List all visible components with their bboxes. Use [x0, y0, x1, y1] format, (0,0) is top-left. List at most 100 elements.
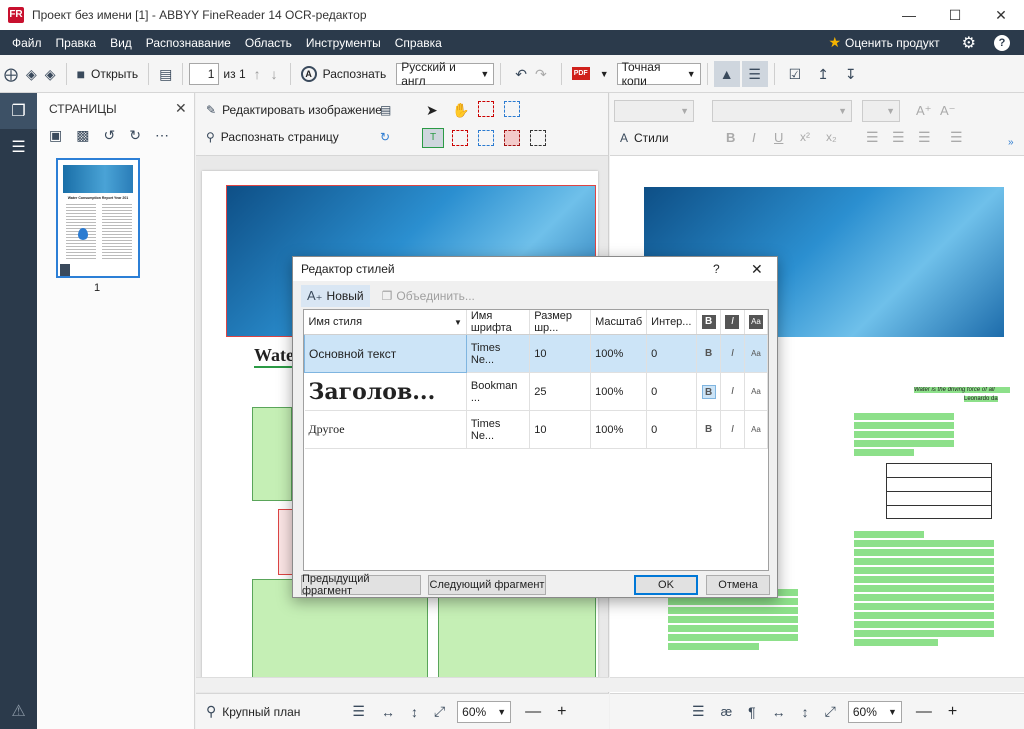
text-layout-icon[interactable]: ☰	[692, 703, 705, 720]
cancel-button[interactable]: Отмена	[706, 575, 770, 595]
redo-icon[interactable]: ↷	[535, 67, 547, 81]
merge-styles-button[interactable]: ❐ Объединить...	[382, 289, 475, 303]
fit-width-icon[interactable]: ↔	[381, 704, 395, 720]
align-right-icon[interactable]: ☰	[918, 129, 931, 146]
save-format-select[interactable]: Точная копи ▼	[616, 60, 701, 88]
menu-view[interactable]: Вид	[103, 36, 139, 50]
font-name-select[interactable]: ▼	[712, 100, 852, 122]
recognize-button[interactable]: A Распознать	[297, 61, 391, 87]
styles-button[interactable]: A Стили	[620, 131, 669, 145]
style-bold-toggle[interactable]: B	[696, 372, 722, 411]
col-spacing[interactable]: Интер...	[646, 310, 698, 335]
col-scale[interactable]: Масштаб	[590, 310, 648, 335]
style-italic-toggle[interactable]: I	[720, 334, 745, 373]
font-style-select[interactable]: ▼	[614, 100, 694, 122]
image-mode-button[interactable]: ▲	[713, 60, 740, 87]
fit-height-icon[interactable]: ↕	[411, 704, 418, 720]
dialog-close-button[interactable]: ✕	[751, 261, 763, 278]
justify-icon[interactable]: ☰	[950, 129, 963, 146]
col-style-name[interactable]: Имя стиля ▼	[304, 310, 467, 335]
recognize-page-button[interactable]: ⚲ Распознать страницу	[206, 130, 339, 144]
pointer-icon[interactable]: ➤	[426, 102, 438, 119]
save-icon[interactable]: ▣	[49, 127, 62, 144]
close-pages-icon[interactable]: ✕	[175, 100, 187, 117]
send-up-icon[interactable]: ↥	[817, 67, 829, 81]
style-italic-toggle[interactable]: I	[720, 372, 745, 411]
open-button[interactable]: ■ Открыть	[73, 61, 143, 87]
edit-image-button[interactable]: ✎ Редактировать изображение	[206, 103, 382, 117]
decrease-font-icon[interactable]: A⁻	[940, 103, 956, 119]
send-down-icon[interactable]: ↧	[845, 67, 857, 81]
col-italic[interactable]: I	[720, 310, 745, 335]
style-caps-toggle[interactable]: Aa	[744, 372, 768, 411]
add-area-icon[interactable]	[504, 101, 520, 117]
table-area-icon[interactable]	[478, 130, 494, 146]
font-size-select[interactable]: ▼	[862, 100, 900, 122]
text-horizontal-scrollbar[interactable]	[610, 677, 1024, 692]
align-left-icon[interactable]: ☰	[866, 129, 879, 146]
arrow-up-icon[interactable]: ↑	[254, 67, 261, 81]
col-font-size[interactable]: Размер шр...	[529, 310, 592, 335]
style-caps-toggle[interactable]: Aa	[744, 334, 768, 373]
bold-icon[interactable]: B	[726, 130, 735, 145]
other-area-icon[interactable]	[530, 130, 546, 146]
maximize-button[interactable]: ☐	[932, 0, 978, 30]
page-number-input[interactable]: 1	[189, 62, 220, 85]
ok-button[interactable]: OK	[634, 575, 698, 595]
page-layout-icon[interactable]: ☰	[352, 703, 365, 720]
picture-area-icon[interactable]	[452, 130, 468, 146]
menu-area[interactable]: Область	[238, 36, 299, 50]
image-horizontal-scrollbar[interactable]	[196, 677, 609, 692]
background-area-icon[interactable]	[504, 130, 520, 146]
col-bold[interactable]: B	[696, 310, 722, 335]
zoom-icon[interactable]: ⚲	[206, 703, 216, 720]
help-icon[interactable]: ?	[994, 34, 1010, 51]
text-mode-button[interactable]: ☰	[741, 60, 768, 87]
layers-button[interactable]: ◈	[41, 61, 60, 87]
rotate-right-icon[interactable]: ↻	[129, 127, 141, 144]
more-icon[interactable]: ⋯	[155, 127, 169, 144]
image-zoom-select[interactable]: 60% ▼	[457, 700, 512, 723]
trash-icon[interactable]: ▩	[76, 127, 89, 144]
undo-icon[interactable]: ↶	[515, 67, 527, 81]
subscript-icon[interactable]: x₂	[826, 130, 837, 144]
zoom-out-icon[interactable]: —	[525, 703, 541, 721]
add-pages-button[interactable]: ◈	[22, 61, 41, 87]
style-row[interactable]: Другое Times Ne... 10 100% 0 B I Aa	[304, 410, 768, 449]
style-row[interactable]: Заголов... Bookman ... 25 100% 0 B I Aa	[304, 372, 768, 411]
style-caps-toggle[interactable]: Aa	[744, 410, 768, 449]
menu-recognition[interactable]: Распознавание	[139, 36, 238, 50]
pages-view-icon[interactable]: ❐	[0, 93, 37, 129]
italic-icon[interactable]: I	[752, 130, 756, 145]
warning-icon[interactable]: ⚠	[0, 693, 37, 729]
new-style-button[interactable]: A₊ Новый	[301, 285, 370, 307]
style-bold-toggle[interactable]: B	[696, 410, 722, 449]
rotate-left-icon[interactable]: ↺	[103, 127, 115, 144]
close-button[interactable]: ✕	[978, 0, 1024, 30]
text-fit-page-icon[interactable]: ⤢	[825, 703, 836, 720]
col-font-name[interactable]: Имя шрифта	[466, 310, 531, 335]
text-zoom-select[interactable]: 60% ▼	[847, 700, 902, 723]
style-italic-toggle[interactable]: I	[720, 410, 745, 449]
list-view-icon[interactable]: ☰	[0, 129, 37, 165]
col-caps[interactable]: Aa	[744, 310, 768, 335]
verify-icon[interactable]: ☑	[789, 67, 802, 81]
increase-font-icon[interactable]: A⁺	[916, 103, 932, 119]
zoom-in-icon[interactable]: +	[557, 703, 566, 721]
scan-button[interactable]: ▤	[155, 61, 176, 87]
zoom-label[interactable]: Крупный план	[222, 705, 300, 719]
text-fit-width-icon[interactable]: ↔	[772, 704, 786, 720]
text-fit-height-icon[interactable]: ↕	[802, 704, 809, 720]
style-row[interactable]: Основной текст Times Ne... 10 100% 0 B I…	[304, 334, 768, 373]
delete-area-icon[interactable]	[478, 101, 494, 117]
text-zoom-in-icon[interactable]: +	[948, 703, 957, 721]
prev-fragment-button[interactable]: Предыдущий фрагмент	[301, 573, 421, 597]
superscript-icon[interactable]: x²	[800, 130, 810, 144]
text-zoom-out-icon[interactable]: —	[916, 703, 932, 721]
export-pdf-button[interactable]: PDF ▼	[568, 61, 613, 87]
page-thumbnail[interactable]: Water Consumption Report Year 201	[56, 158, 140, 278]
menu-edit[interactable]: Правка	[49, 36, 104, 50]
gear-icon[interactable]: ⚙	[962, 33, 976, 53]
menu-file[interactable]: Файл	[5, 36, 49, 50]
menu-help[interactable]: Справка	[388, 36, 449, 50]
